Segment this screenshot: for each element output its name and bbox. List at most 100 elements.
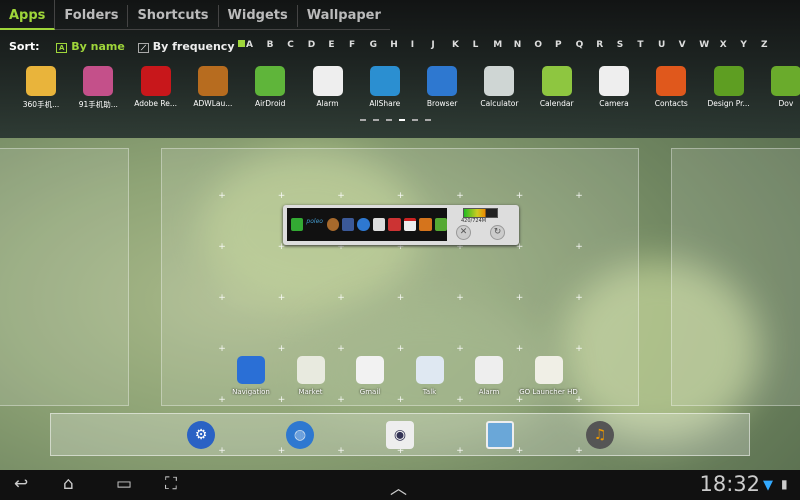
tab-widgets[interactable]: Widgets [219, 5, 298, 27]
homescreen-item[interactable]: Navigation [221, 356, 281, 396]
grid-marker: + [515, 191, 524, 201]
app-item[interactable]: Adobe Re... [127, 64, 185, 108]
grid-marker: + [575, 191, 583, 201]
workspace-left[interactable] [0, 148, 129, 406]
close-icon[interactable]: ✕ [456, 225, 471, 240]
refresh-icon[interactable]: ↻ [490, 225, 505, 240]
letter-u[interactable]: U [658, 40, 665, 50]
grid-marker: + [396, 191, 405, 201]
app-item[interactable]: Alarm [299, 64, 357, 108]
sort-by-frequency[interactable]: ⟋ By frequency [138, 39, 246, 53]
drawer-tabs: Apps Folders Shortcuts Widgets Wallpaper [0, 0, 390, 30]
homescreen-item[interactable]: GO Launcher HD [519, 356, 579, 396]
app-item[interactable]: 360手机... [12, 64, 70, 110]
workspace-right[interactable] [671, 148, 800, 406]
tab-wallpaper[interactable]: Wallpaper [298, 5, 390, 27]
homescreen-label: Navigation [232, 388, 270, 396]
letter-h[interactable]: H [390, 40, 398, 50]
home-icon[interactable]: ⌂ [63, 474, 74, 494]
talk-icon [415, 356, 444, 384]
grid-marker: + [575, 344, 583, 354]
app-label: Adobe Re... [134, 99, 177, 108]
app-label: Dov [778, 99, 794, 108]
app-item[interactable]: Camera [585, 64, 643, 108]
letter-o[interactable]: O [534, 40, 542, 50]
letter-m[interactable]: M [493, 40, 502, 50]
homescreen-item[interactable]: Gmail [340, 356, 400, 396]
sort-by-name-label: By name [71, 39, 125, 53]
homescreen-item[interactable]: Talk [400, 356, 460, 396]
letter-j[interactable]: J [431, 40, 434, 50]
homescreen-item[interactable]: Market [281, 356, 341, 396]
frequency-sort-icon: ⟋ [138, 42, 149, 53]
market-icon [296, 356, 325, 384]
letter-w[interactable]: W [699, 40, 709, 50]
letter-f[interactable]: F [349, 40, 355, 50]
grid-marker: + [218, 395, 226, 405]
letter-e[interactable]: E [328, 40, 334, 50]
sort-by-name[interactable]: A By name [56, 40, 125, 53]
app-item[interactable]: Browser [413, 64, 471, 108]
gallery-icon[interactable] [486, 421, 514, 449]
letter-g[interactable]: G [370, 40, 377, 50]
back-icon[interactable]: ↩ [14, 474, 28, 494]
camera-icon[interactable]: ◉ [386, 421, 414, 449]
letter-q[interactable]: Q [576, 40, 584, 50]
calendar-icon [541, 66, 572, 96]
sort-by-frequency-label: By frequency [152, 39, 235, 53]
clock[interactable]: 18:32 [699, 472, 760, 496]
tab-apps[interactable]: Apps [0, 0, 56, 30]
app-item[interactable]: AllShare [356, 64, 414, 108]
allshare-icon [369, 66, 400, 96]
app-item[interactable]: AirDroid [241, 64, 299, 108]
tab-folders[interactable]: Folders [55, 5, 129, 27]
app-item[interactable]: 91手机助... [69, 64, 127, 110]
settings-icon[interactable]: ⚙ [187, 421, 215, 449]
app-item[interactable]: Dov [757, 64, 800, 108]
homescreen-item[interactable]: Alarm [459, 356, 519, 396]
app-label: 91手机助... [78, 100, 118, 109]
tab-shortcuts[interactable]: Shortcuts [128, 5, 219, 27]
task-manager-widget[interactable]: poleo 420/724M ✕ ↻ [283, 205, 519, 245]
grid-marker: + [396, 344, 405, 354]
memory-bar [463, 208, 498, 218]
sort-row: Sort: A By name ⟋ By frequency A B C D E F G H I… [0, 38, 800, 54]
letter-t[interactable]: T [637, 40, 643, 50]
homescreen-label: Alarm [478, 388, 500, 396]
letter-y[interactable]: Y [740, 40, 747, 50]
grid-marker: + [277, 293, 286, 303]
music-icon[interactable]: ♫ [586, 421, 614, 449]
homescreen-label: Talk [422, 388, 437, 396]
download-icon [770, 66, 800, 96]
screenshot-icon[interactable]: ⛶ [165, 474, 177, 494]
letter-r[interactable]: R [596, 40, 603, 50]
letter-k[interactable]: K [452, 40, 459, 50]
app-item[interactable]: Calendar [528, 64, 586, 108]
grid-marker: + [456, 395, 464, 405]
assistant-icon [83, 66, 114, 96]
letter-c[interactable]: C [287, 40, 294, 50]
letter-n[interactable]: N [514, 40, 522, 50]
app-item[interactable]: Calculator [470, 64, 528, 108]
camera-icon [599, 66, 629, 96]
homescreen-label: Gmail [359, 388, 381, 396]
letter-l[interactable]: L [473, 40, 479, 50]
app-item[interactable]: ADWLau... [184, 64, 242, 108]
chevron-up-icon[interactable]: ︿ [390, 474, 407, 499]
app-item[interactable]: Design Pr... [700, 64, 758, 108]
letter-z[interactable]: Z [761, 40, 768, 50]
gmail-icon [356, 356, 384, 384]
letter-x[interactable]: X [720, 40, 727, 50]
globe-icon[interactable]: ◍ [286, 421, 314, 449]
letter-i[interactable]: I [411, 40, 414, 50]
letter-d[interactable]: D [308, 40, 315, 50]
letter-a[interactable]: A [246, 40, 253, 50]
letter-p[interactable]: P [555, 40, 562, 50]
grid-marker: + [575, 293, 583, 303]
letter-v[interactable]: V [679, 40, 686, 50]
letter-b[interactable]: B [267, 40, 274, 50]
recent-apps-icon[interactable]: ▭ [116, 474, 132, 494]
letter-s[interactable]: S [617, 40, 623, 50]
grid-marker: + [277, 344, 286, 354]
app-item[interactable]: Contacts [642, 64, 700, 108]
